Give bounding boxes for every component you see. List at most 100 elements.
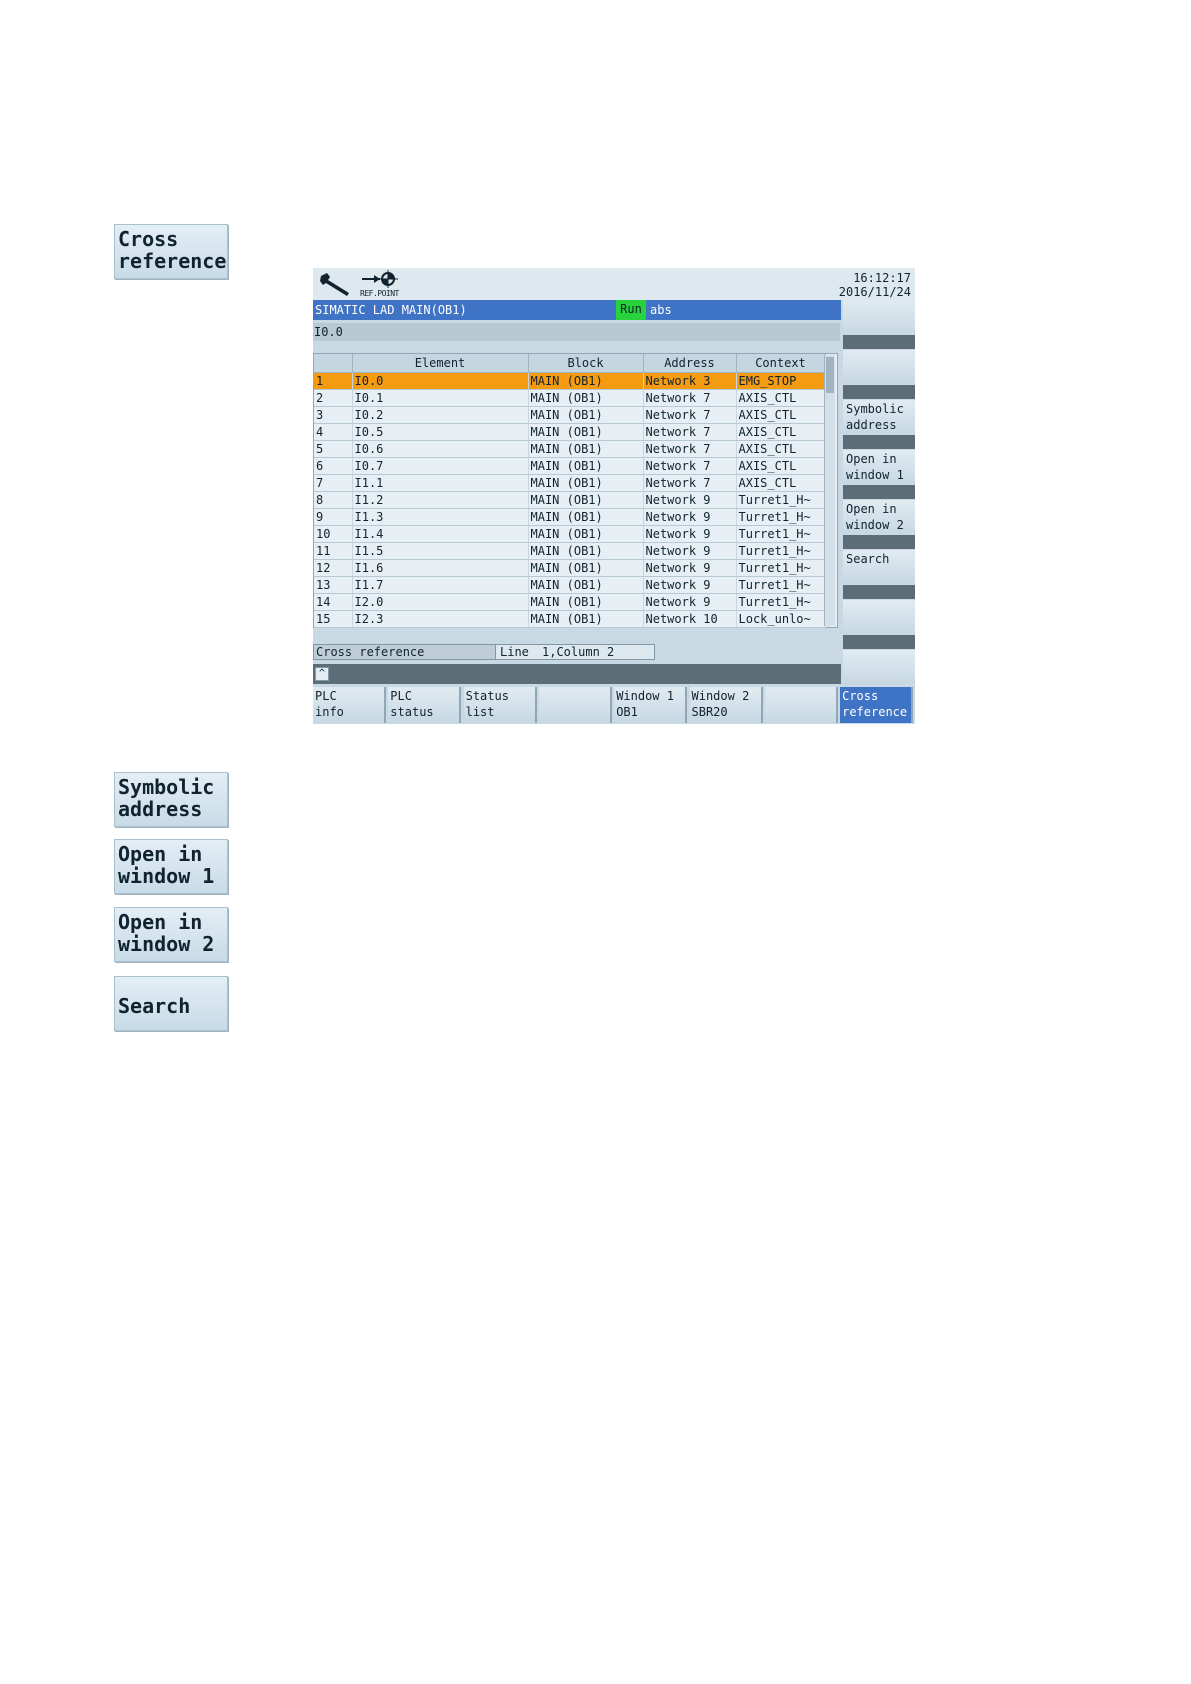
table-cell: MAIN (OB1)	[528, 474, 644, 492]
top-status-bar: REF.POINT 16:12:17 2016/11/24	[313, 268, 915, 300]
table-row[interactable]: 1 I0.0 MAIN (OB1) Network 3 EMG_STOP	[314, 372, 826, 390]
table-cell: MAIN (OB1)	[528, 525, 644, 543]
table-cell: MAIN (OB1)	[528, 457, 644, 475]
table-row[interactable]: 11 I1.5 MAIN (OB1) Network 9 Turret1_H~	[314, 542, 826, 560]
vertical-softkey[interactable]: Symbolic address	[843, 400, 915, 434]
table-row[interactable]: 15 I2.3 MAIN (OB1) Network 10 Lock_unlo~	[314, 610, 826, 628]
symbolic-address-doc-softkey[interactable]: Symbolic address	[114, 772, 228, 827]
table-row[interactable]: 13 I1.7 MAIN (OB1) Network 9 Turret1_H~	[314, 576, 826, 594]
horizontal-softkey[interactable]: Cross reference	[840, 687, 914, 723]
softkey-separator	[843, 385, 915, 399]
table-cell: MAIN (OB1)	[528, 542, 644, 560]
element-path: I0.0	[314, 325, 343, 339]
horizontal-softkey[interactable]: PLC info	[313, 687, 386, 723]
table-cell: AXIS_CTL	[736, 389, 826, 407]
table-scrollbar[interactable]	[824, 355, 835, 626]
open-in-window-1-doc-softkey[interactable]: Open in window 1	[114, 839, 228, 894]
table-row[interactable]: 2 I0.1 MAIN (OB1) Network 7 AXIS_CTL	[314, 389, 826, 407]
vertical-softkey[interactable]	[843, 600, 915, 634]
table-cell: 9	[314, 508, 353, 526]
table-row[interactable]: 7 I1.1 MAIN (OB1) Network 7 AXIS_CTL	[314, 474, 826, 492]
table-cell: I1.5	[352, 542, 529, 560]
scrollbar-thumb[interactable]	[826, 357, 834, 393]
status-line-label: Line	[500, 645, 529, 659]
column-header: Address	[643, 354, 737, 373]
status-position: 1,Column 2	[542, 645, 615, 659]
table-cell: AXIS_CTL	[736, 457, 826, 475]
table-cell: I1.2	[352, 491, 529, 509]
column-header	[314, 354, 353, 373]
table-cell: 14	[314, 593, 353, 611]
table-cell: Turret1_H~	[736, 491, 826, 509]
vertical-softkey[interactable]: Open in window 2	[843, 500, 915, 534]
table-cell: MAIN (OB1)	[528, 372, 644, 390]
search-doc-softkey[interactable]: Search	[114, 976, 228, 1031]
clock-time: 16:12:17	[853, 271, 911, 285]
softkey-separator	[843, 335, 915, 349]
vertical-softkey[interactable]	[843, 300, 915, 334]
open-in-window-2-doc-softkey[interactable]: Open in window 2	[114, 907, 228, 962]
element-path-bar: I0.0	[313, 323, 840, 341]
table-cell: Network 7	[643, 389, 737, 407]
caret-up-icon[interactable]: ^	[315, 667, 329, 681]
table-row[interactable]: 10 I1.4 MAIN (OB1) Network 9 Turret1_H~	[314, 525, 826, 543]
table-row[interactable]: 14 I2.0 MAIN (OB1) Network 9 Turret1_H~	[314, 593, 826, 611]
cross-reference-doc-softkey[interactable]: Cross reference	[114, 224, 228, 279]
table-row[interactable]: 8 I1.2 MAIN (OB1) Network 9 Turret1_H~	[314, 491, 826, 509]
horizontal-softkey[interactable]: Status list	[463, 687, 537, 723]
clock: 16:12:17 2016/11/24	[839, 271, 911, 299]
horizontal-softkey[interactable]: PLC status	[388, 687, 462, 723]
clock-date: 2016/11/24	[838, 285, 911, 299]
vertical-softkey[interactable]: Open in window 1	[843, 450, 915, 484]
table-cell: MAIN (OB1)	[528, 389, 644, 407]
vertical-softkey[interactable]: Search	[843, 550, 915, 584]
table-cell: I0.2	[352, 406, 529, 424]
table-row[interactable]: 3 I0.2 MAIN (OB1) Network 7 AXIS_CTL	[314, 406, 826, 424]
table-cell: 8	[314, 491, 353, 509]
table-row[interactable]: 9 I1.3 MAIN (OB1) Network 9 Turret1_H~	[314, 508, 826, 526]
vertical-softkey[interactable]	[843, 350, 915, 384]
table-cell: I0.0	[352, 372, 529, 390]
table-cell: Network 7	[643, 457, 737, 475]
table-cell: I0.6	[352, 440, 529, 458]
table-cell: Network 3	[643, 372, 737, 390]
table-cell: I0.1	[352, 389, 529, 407]
table-cell: AXIS_CTL	[736, 423, 826, 441]
horizontal-softkey[interactable]	[764, 687, 838, 723]
table-cell: MAIN (OB1)	[528, 406, 644, 424]
table-cell: MAIN (OB1)	[528, 576, 644, 594]
softkey-separator	[843, 485, 915, 499]
table-cell: I0.7	[352, 457, 529, 475]
softkey-separator	[843, 585, 915, 599]
table-row[interactable]: 12 I1.6 MAIN (OB1) Network 9 Turret1_H~	[314, 559, 826, 577]
ref-point-label: REF.POINT	[360, 289, 399, 298]
horizontal-softkey[interactable]: Window 1 OB1	[614, 687, 688, 723]
table-cell: Turret1_H~	[736, 593, 826, 611]
table-cell: AXIS_CTL	[736, 440, 826, 458]
horizontal-softkey[interactable]: Window 2 SBR20	[689, 687, 763, 723]
horizontal-softkey[interactable]	[538, 687, 612, 723]
softkey-separator	[843, 535, 915, 549]
table-cell: I1.7	[352, 576, 529, 594]
table-cell: MAIN (OB1)	[528, 508, 644, 526]
program-title: SIMATIC LAD MAIN(OB1)	[315, 303, 467, 317]
table-cell: MAIN (OB1)	[528, 593, 644, 611]
table-cell: MAIN (OB1)	[528, 440, 644, 458]
command-line: ^	[313, 664, 841, 684]
table-cell: 3	[314, 406, 353, 424]
table-row[interactable]: 4 I0.5 MAIN (OB1) Network 7 AXIS_CTL	[314, 423, 826, 441]
column-header: Context	[736, 354, 826, 373]
table-cell: 15	[314, 610, 353, 628]
table-body: 1 I0.0 MAIN (OB1) Network 3 EMG_STOP 2 I0.1 MAI…	[314, 372, 826, 628]
table-row[interactable]: 5 I0.6 MAIN (OB1) Network 7 AXIS_CTL	[314, 440, 826, 458]
table-cell: 11	[314, 542, 353, 560]
status-bar: Cross reference Line 1,Column 2	[313, 644, 655, 660]
ref-point-indicator: REF.POINT	[360, 270, 408, 298]
table-row[interactable]: 6 I0.7 MAIN (OB1) Network 7 AXIS_CTL	[314, 457, 826, 475]
table-cell: Network 9	[643, 508, 737, 526]
vertical-softkey[interactable]	[843, 650, 915, 684]
table-cell: I1.4	[352, 525, 529, 543]
softkey-separator	[843, 635, 915, 649]
hmi-screen: REF.POINT 16:12:17 2016/11/24 SIMATIC LA…	[313, 268, 915, 724]
table-cell: I0.5	[352, 423, 529, 441]
